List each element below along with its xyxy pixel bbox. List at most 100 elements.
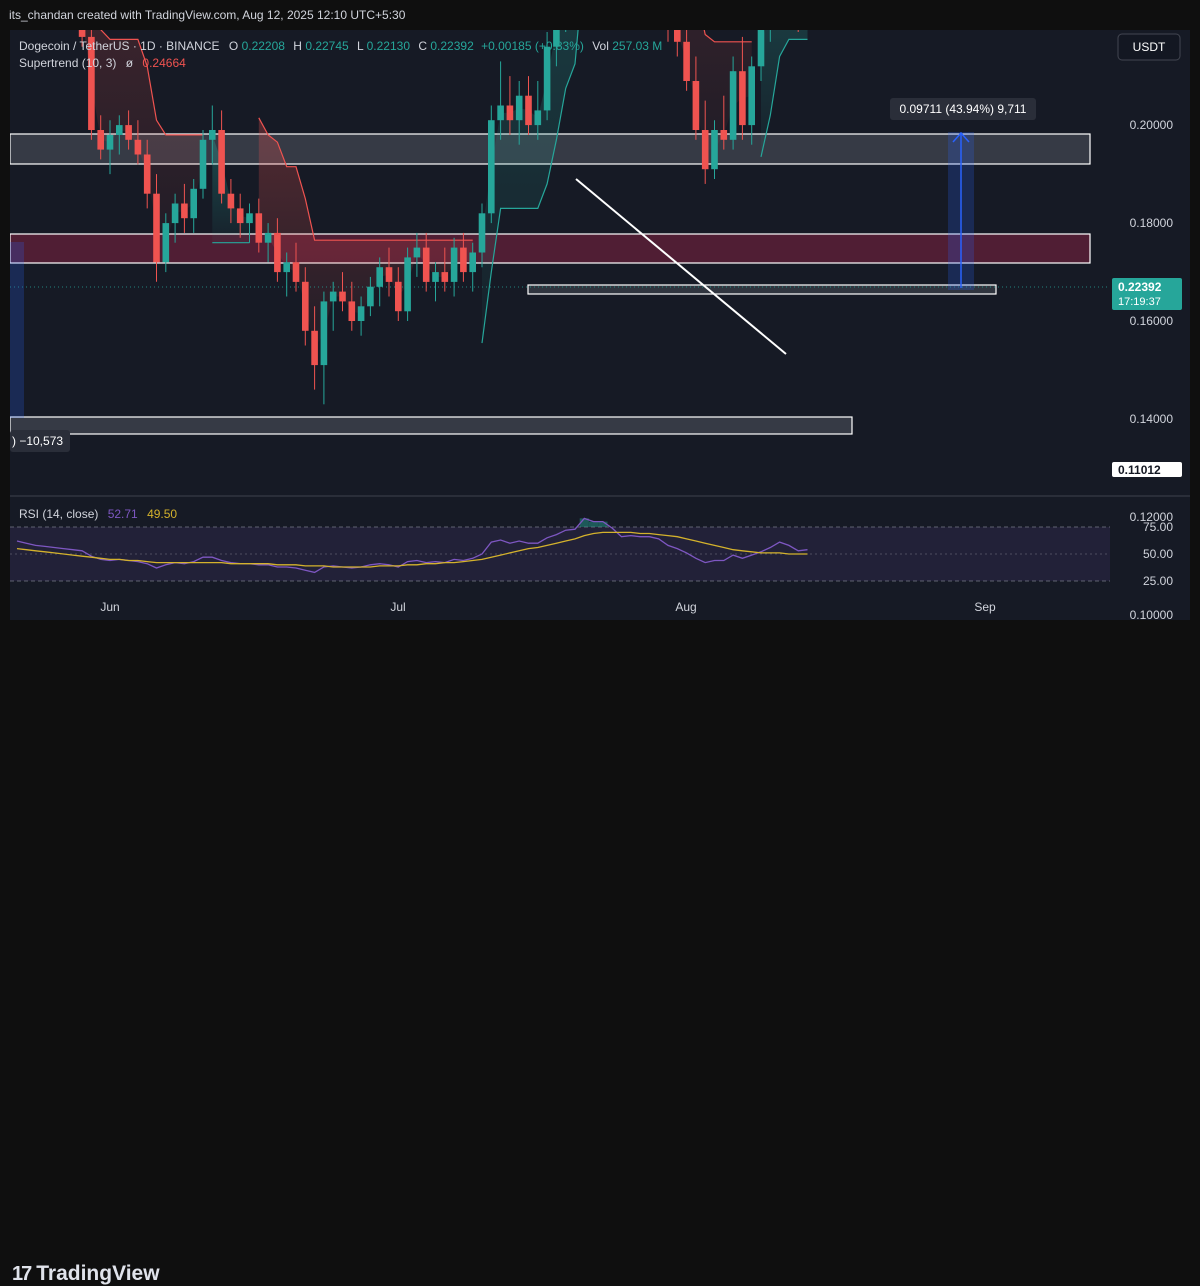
candle-body bbox=[478, 213, 486, 253]
candle-body bbox=[134, 139, 142, 155]
time-axis[interactable]: Jun Jul Aug Sep bbox=[100, 600, 996, 614]
current-price-countdown: 17:19:37 bbox=[1118, 296, 1161, 308]
candle-body bbox=[125, 125, 132, 140]
candle bbox=[320, 291, 328, 405]
candle-body bbox=[385, 267, 393, 282]
candle-body bbox=[274, 232, 281, 273]
candle-body bbox=[97, 130, 104, 150]
currency-button-label[interactable]: USDT bbox=[1133, 40, 1166, 54]
candle-body bbox=[748, 66, 755, 126]
rsi-tick-label: 25.00 bbox=[1143, 574, 1173, 588]
candle-body bbox=[543, 46, 551, 111]
candle-body bbox=[357, 306, 365, 321]
indicator-name[interactable]: Supertrend (10, 3) bbox=[19, 56, 116, 70]
candle-body bbox=[246, 213, 253, 224]
candle-body bbox=[320, 301, 328, 366]
candle-body bbox=[264, 232, 272, 243]
top-bar: its_chandan created with TradingView.com… bbox=[0, 0, 1200, 30]
candle-body bbox=[218, 130, 225, 194]
candle-body bbox=[404, 257, 411, 312]
measure-label: 0.09711 (43.94%) 9,711 bbox=[900, 102, 1027, 116]
tradingview-logo[interactable]: 17 TradingView bbox=[12, 1262, 160, 1286]
candle-body bbox=[209, 130, 216, 140]
candle-body bbox=[376, 267, 383, 287]
candle-body bbox=[116, 125, 123, 135]
candle-body bbox=[367, 286, 374, 307]
candle-body bbox=[720, 130, 728, 140]
left-measure-label: ) −10,573 bbox=[12, 434, 63, 448]
rsi-pane[interactable] bbox=[10, 517, 1110, 582]
left-measure-area bbox=[10, 242, 24, 418]
candle-body bbox=[181, 203, 188, 219]
candle-body bbox=[255, 213, 263, 243]
legend-line-2: Supertrend (10, 3) ø 0.24664 bbox=[19, 56, 186, 70]
candle-body bbox=[190, 188, 197, 219]
rsi-value: 52.71 bbox=[108, 507, 138, 521]
candle-body bbox=[525, 95, 532, 126]
time-tick-label: Aug bbox=[675, 600, 696, 614]
candle-body bbox=[302, 281, 309, 331]
candle-body bbox=[348, 301, 356, 321]
candle-body bbox=[711, 130, 718, 170]
price-tick-label: 0.10000 bbox=[1130, 608, 1174, 620]
legend-high: 0.22745 bbox=[305, 39, 349, 53]
current-price-badge: 0.22392 17:19:37 bbox=[1112, 278, 1182, 310]
descending-trendline[interactable] bbox=[575, 178, 787, 355]
candle-body bbox=[701, 130, 709, 170]
candle-body bbox=[153, 193, 160, 263]
legend-volume-label: Vol bbox=[592, 39, 609, 53]
rsi-tick-label: 75.00 bbox=[1143, 520, 1173, 534]
candle-body bbox=[450, 247, 458, 282]
time-tick-label: Jul bbox=[390, 600, 405, 614]
price-tick-label: 0.18000 bbox=[1130, 216, 1174, 230]
price-tick-label: 0.20000 bbox=[1130, 118, 1174, 132]
indicator-settings-icon[interactable]: ø bbox=[126, 56, 134, 70]
candle bbox=[218, 110, 225, 204]
brand-name: TradingView bbox=[36, 1262, 160, 1285]
candle-body bbox=[199, 139, 207, 189]
candle-body bbox=[757, 27, 765, 67]
candle-body bbox=[497, 105, 504, 121]
legend-close-label: C bbox=[418, 39, 427, 53]
support-zone-lower[interactable] bbox=[9, 416, 853, 435]
candle-body bbox=[683, 41, 690, 81]
candle-body bbox=[236, 208, 244, 224]
candle-body bbox=[739, 71, 746, 126]
low-price-badge: 0.11012 bbox=[1112, 462, 1182, 477]
candle-body bbox=[162, 223, 170, 263]
rsi-ma-value: 49.50 bbox=[147, 507, 177, 521]
candle bbox=[674, 0, 681, 57]
candle-body bbox=[311, 330, 318, 366]
candle-body bbox=[488, 120, 495, 214]
legend-close: 0.22392 bbox=[430, 39, 474, 53]
candle-body bbox=[171, 203, 179, 224]
candle bbox=[748, 56, 755, 145]
candle-body bbox=[506, 105, 514, 121]
candle-body bbox=[422, 247, 430, 282]
candle-body bbox=[515, 95, 523, 121]
candle-body bbox=[432, 272, 439, 282]
candle-body bbox=[460, 247, 467, 273]
support-zone-current[interactable] bbox=[527, 284, 997, 295]
tradingview-mark-icon: 17 bbox=[12, 1262, 32, 1285]
candle-body bbox=[692, 81, 700, 130]
currency-button[interactable]: USDT bbox=[1117, 33, 1181, 61]
legend-open-label: O bbox=[229, 39, 238, 53]
chart-panel[interactable]: 0.09711 (43.94%) 9,711 ) −10,573 0.36000… bbox=[9, 0, 1190, 622]
time-tick-label: Jun bbox=[100, 600, 119, 614]
rsi-legend: RSI (14, close) 52.71 49.50 bbox=[19, 507, 177, 521]
resistance-zone-middle[interactable] bbox=[9, 233, 1091, 264]
price-tick-label: 0.16000 bbox=[1130, 314, 1174, 328]
legend-volume: 257.03 M bbox=[612, 39, 662, 53]
candle-body bbox=[329, 291, 337, 302]
legend-change: +0.00185 (+0.83%) bbox=[481, 39, 584, 53]
candle-body bbox=[674, 22, 681, 42]
legend-high-label: H bbox=[293, 39, 302, 53]
candle bbox=[664, 0, 672, 42]
legend-low: 0.22130 bbox=[367, 39, 411, 53]
price-chart[interactable]: 0.09711 (43.94%) 9,711 ) −10,573 0.36000… bbox=[9, 0, 1190, 622]
candle-body bbox=[143, 154, 151, 194]
rsi-axis[interactable]: 75.00 50.00 25.00 bbox=[1143, 520, 1173, 588]
rsi-label[interactable]: RSI (14, close) bbox=[19, 507, 98, 521]
legend-symbol[interactable]: Dogecoin / TetherUS · 1D · BINANCE bbox=[19, 39, 220, 53]
